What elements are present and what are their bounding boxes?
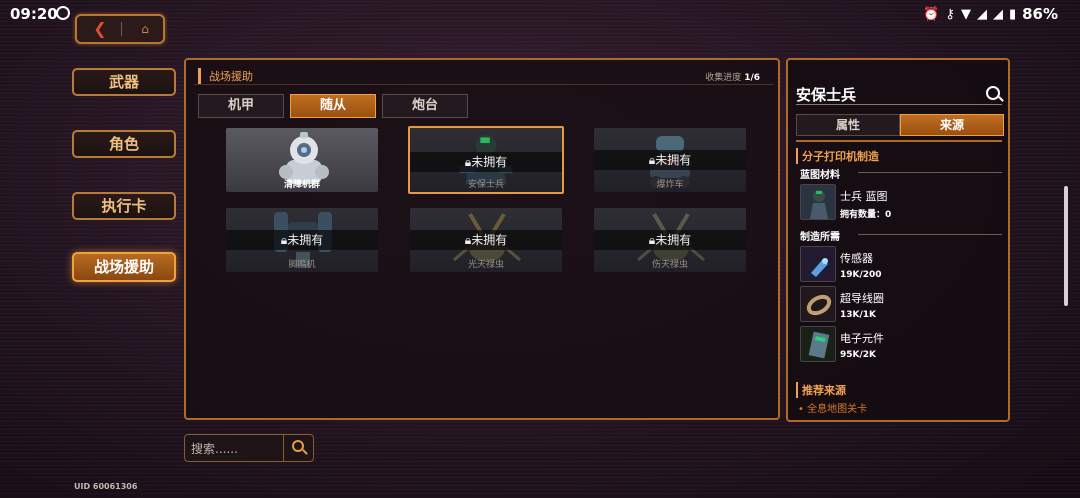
- status-icons: ⏰ ⚷ ▼ ◢ ◢ ▮ 86%: [923, 5, 1058, 23]
- sidebar-item-characters[interactable]: 角色: [72, 130, 176, 158]
- tab-attributes[interactable]: 属性: [796, 114, 900, 136]
- back-button[interactable]: ❮: [85, 19, 115, 39]
- unit-name: 安保士兵: [467, 180, 504, 190]
- locked-label: 未拥有: [287, 233, 324, 247]
- tab-turret[interactable]: 炮台: [382, 94, 468, 118]
- battery-icon: ▮: [1008, 6, 1017, 22]
- divider: [194, 84, 774, 85]
- chip-icon: [801, 327, 835, 361]
- unit-card[interactable]: 🔒︎未拥有 爆炸车: [594, 128, 746, 192]
- top-nav: ❮ ⌂: [75, 14, 165, 44]
- collection-panel: 战场援助 收集进度 1/6 机甲 随从 炮台 清障机群 🔒︎未拥有 安保士兵 🔒…: [184, 58, 780, 420]
- battery-percent: 86%: [1022, 5, 1058, 23]
- material-count: 95K/2K: [840, 350, 877, 360]
- user-id: UID 60061306: [74, 482, 138, 491]
- search-input[interactable]: [191, 440, 283, 458]
- nav-divider: [121, 22, 122, 36]
- home-icon: ⌂: [141, 22, 149, 36]
- progress-label: 收集进度: [705, 73, 742, 83]
- locked-label: 未拥有: [655, 233, 692, 247]
- tab-mecha[interactable]: 机甲: [198, 94, 284, 118]
- home-button[interactable]: ⌂: [131, 19, 159, 39]
- search-box: [184, 434, 314, 462]
- locked-label: 未拥有: [655, 153, 692, 167]
- material-icon[interactable]: [800, 246, 836, 282]
- signal-icon: ◢: [992, 6, 1003, 22]
- section-title: 分子打印机制造: [796, 148, 879, 164]
- unit-card[interactable]: 🔒︎未拥有 脚鸣机: [226, 208, 378, 272]
- locked-overlay: 🔒︎未拥有: [594, 150, 746, 170]
- material-icon[interactable]: [800, 286, 836, 322]
- sidebar-item-exec-cards[interactable]: 执行卡: [72, 192, 176, 220]
- divider: [858, 172, 1002, 173]
- locked-overlay: 🔒︎未拥有: [226, 230, 378, 250]
- blueprint-count: 拥有数量：0: [840, 210, 892, 220]
- material-count: 19K/200: [840, 270, 882, 280]
- material-icon[interactable]: [800, 326, 836, 362]
- wifi-icon: ▼: [960, 6, 971, 22]
- material-count: 13K/1K: [840, 310, 877, 320]
- locked-label: 未拥有: [471, 155, 508, 169]
- unit-detail-panel: 安保士兵 属性 来源 分子打印机制造 蓝图材料 士兵 蓝图 拥有数量：0 制造所…: [786, 58, 1010, 422]
- scrollbar[interactable]: [1064, 186, 1068, 306]
- search-button[interactable]: [283, 435, 315, 461]
- tab-source[interactable]: 来源: [900, 114, 1004, 136]
- unit-name: 伤天禄虫: [651, 260, 688, 270]
- tab-companion[interactable]: 随从: [290, 94, 376, 118]
- unit-name: 爆炸车: [656, 180, 684, 190]
- unit-card[interactable]: 清障机群: [226, 128, 378, 192]
- signal-icon: ◢: [976, 6, 987, 22]
- divider: [858, 234, 1002, 235]
- unit-card[interactable]: 🔒︎未拥有 光天禄虫: [410, 208, 562, 272]
- unit-name: 清障机群: [283, 180, 320, 190]
- back-arrow-icon: ❮: [93, 19, 107, 38]
- unit-card[interactable]: 🔒︎未拥有 安保士兵: [408, 126, 564, 194]
- source-title: 推荐来源: [796, 382, 846, 398]
- blueprint-name: 士兵 蓝图: [840, 190, 888, 203]
- status-time: 09:20: [10, 5, 58, 23]
- required-title: 制造所需: [800, 232, 840, 243]
- notification-icon: [56, 6, 70, 20]
- source-link[interactable]: • 全息地图关卡: [798, 400, 867, 415]
- zoom-icon[interactable]: [986, 86, 1000, 100]
- unit-card[interactable]: 🔒︎未拥有 伤天禄虫: [594, 208, 746, 272]
- blueprint-icon[interactable]: [800, 184, 836, 220]
- detail-unit-name: 安保士兵: [796, 86, 857, 104]
- progress-value: 1/6: [744, 73, 760, 83]
- coil-icon: [801, 287, 835, 321]
- blueprint-title: 蓝图材料: [800, 170, 840, 181]
- panel-title: 战场援助: [198, 68, 253, 84]
- divider: [796, 140, 1002, 142]
- key-icon: ⚷: [945, 6, 955, 22]
- soldier-icon: [801, 185, 835, 219]
- unit-name: 光天禄虫: [467, 260, 504, 270]
- locked-overlay: 🔒︎未拥有: [410, 230, 562, 250]
- locked-label: 未拥有: [471, 233, 508, 247]
- material-name: 传感器: [840, 252, 873, 265]
- unit-name: 脚鸣机: [288, 260, 316, 270]
- sidebar-item-battle-support[interactable]: 战场援助: [72, 252, 176, 282]
- material-name: 超导线圈: [840, 292, 884, 305]
- divider: [796, 104, 1002, 105]
- material-name: 电子元件: [840, 332, 884, 345]
- sensor-icon: [801, 247, 835, 281]
- collection-progress: 收集进度 1/6: [705, 70, 760, 83]
- locked-overlay: 🔒︎未拥有: [594, 230, 746, 250]
- alarm-icon: ⏰: [923, 6, 940, 22]
- sidebar-item-weapons[interactable]: 武器: [72, 68, 176, 96]
- locked-overlay: 🔒︎未拥有: [410, 152, 562, 172]
